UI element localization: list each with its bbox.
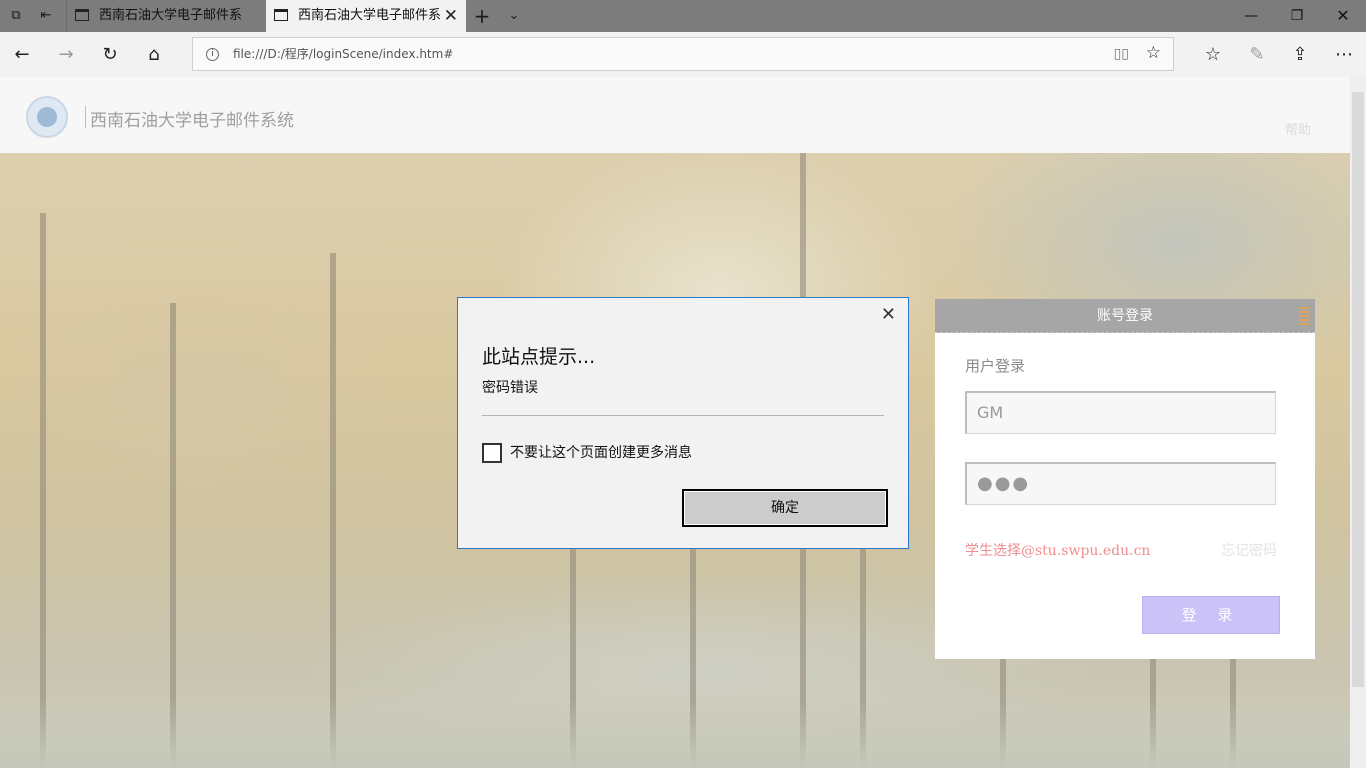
browser-titlebar: ⧉ ⇤ 西南石油大学电子邮件系统 西南石油大学电子邮件系 ✕ + ⌄ — ❐ ✕ bbox=[0, 0, 1366, 32]
dialog-title: 此站点提示... bbox=[482, 346, 596, 368]
suppress-messages-checkbox[interactable] bbox=[482, 443, 502, 463]
alert-dialog: ✕ 此站点提示... 密码错误 不要让这个页面创建更多消息 确定 bbox=[457, 297, 909, 549]
more-menu-icon[interactable]: ⋯ bbox=[1329, 40, 1359, 70]
favorites-hub-icon[interactable]: ☆ bbox=[1198, 40, 1228, 70]
scrollbar-thumb[interactable] bbox=[1352, 92, 1364, 687]
suppress-messages-label[interactable]: 不要让这个页面创建更多消息 bbox=[510, 443, 692, 463]
site-header: 西南石油大学电子邮件系统 帮助 bbox=[0, 77, 1350, 153]
reading-view-icon[interactable]: ▯▯ bbox=[1114, 46, 1129, 62]
set-aside-tabs-icon[interactable]: ⇤ bbox=[36, 6, 56, 26]
window-close-button[interactable]: ✕ bbox=[1320, 0, 1366, 32]
address-url: file:///D:/程序/loginScene/index.htm# bbox=[233, 47, 454, 61]
new-tab-icon[interactable]: + bbox=[472, 6, 492, 26]
logo-divider bbox=[85, 106, 86, 128]
site-title: 西南石油大学电子邮件系统 bbox=[90, 111, 294, 131]
tab-active[interactable]: 西南石油大学电子邮件系 ✕ bbox=[266, 0, 466, 32]
help-link[interactable]: 帮助 bbox=[1285, 119, 1311, 138]
chevron-down-icon[interactable]: ⌄ bbox=[504, 6, 524, 26]
page-scrollbar[interactable] bbox=[1350, 77, 1366, 768]
refresh-button[interactable]: ↻ bbox=[95, 40, 125, 70]
tab-manager-icon[interactable]: ⧉ bbox=[6, 6, 26, 26]
university-logo bbox=[26, 96, 68, 138]
login-panel-title: 账号登录 bbox=[1097, 308, 1153, 324]
favorite-star-icon[interactable]: ☆ bbox=[1146, 43, 1161, 63]
student-domain-hint: 学生选择@stu.swpu.edu.cn bbox=[965, 543, 1151, 559]
share-icon[interactable]: ⇪ bbox=[1285, 40, 1315, 70]
page-icon bbox=[274, 9, 288, 21]
info-icon[interactable]: i bbox=[206, 48, 219, 61]
forward-button[interactable]: → bbox=[51, 40, 81, 70]
close-icon[interactable]: ✕ bbox=[881, 304, 896, 325]
drag-handle-icon[interactable] bbox=[1299, 307, 1309, 325]
tab-title: 西南石油大学电子邮件系统 bbox=[99, 8, 241, 23]
tab-title: 西南石油大学电子邮件系 bbox=[298, 8, 440, 23]
username-input[interactable]: GM bbox=[965, 391, 1276, 434]
login-panel-header: 账号登录 bbox=[935, 299, 1315, 333]
back-button[interactable]: ← bbox=[7, 40, 37, 70]
page-icon bbox=[75, 9, 89, 21]
address-bar[interactable]: i file:///D:/程序/loginScene/index.htm# ▯▯… bbox=[192, 37, 1174, 71]
tab-inactive[interactable]: 西南石油大学电子邮件系统 bbox=[66, 0, 266, 32]
browser-navbar: ← → ↻ ⌂ i file:///D:/程序/loginScene/index… bbox=[0, 32, 1366, 77]
password-input[interactable]: ●●● bbox=[965, 462, 1276, 505]
close-tab-icon[interactable]: ✕ bbox=[444, 0, 458, 32]
login-section-title: 用户登录 bbox=[965, 357, 1026, 375]
login-button[interactable]: 登 录 bbox=[1142, 596, 1280, 634]
ok-button[interactable]: 确定 bbox=[682, 489, 888, 527]
minimize-button[interactable]: — bbox=[1228, 0, 1274, 32]
login-panel: 账号登录 用户登录 GM ●●● 学生选择@stu.swpu.edu.cn 忘记… bbox=[935, 299, 1315, 659]
home-button[interactable]: ⌂ bbox=[139, 40, 169, 70]
restore-button[interactable]: ❐ bbox=[1274, 0, 1320, 32]
dialog-divider bbox=[482, 415, 884, 416]
forgot-password-link[interactable]: 忘记密码 bbox=[1221, 540, 1277, 560]
dialog-message: 密码错误 bbox=[482, 380, 538, 396]
web-note-icon[interactable]: ✎ bbox=[1242, 40, 1272, 70]
